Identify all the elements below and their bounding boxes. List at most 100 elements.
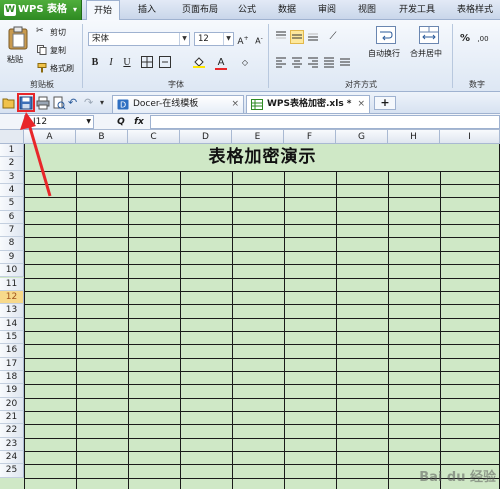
merge-center-label: 合并居中 (410, 49, 442, 58)
tab-view[interactable]: 视图 (352, 0, 382, 20)
comma-style-icon[interactable]: ,00 (476, 32, 490, 46)
open-folder-icon[interactable] (2, 96, 16, 110)
borders-icon[interactable] (140, 56, 154, 70)
worksheet-grid[interactable]: A B C D E F G H I 1 2 3 4 5 6 7 8 9 10 11 12 13 14 15 16 17 18 19 20… (0, 130, 500, 489)
wps-app-menu-button[interactable]: W WPS 表格 ▾ (0, 0, 82, 20)
copy-button[interactable]: 复制 (36, 44, 76, 56)
row-header-10[interactable]: 10 (0, 264, 24, 278)
print-icon[interactable] (36, 96, 50, 110)
column-header-h[interactable]: H (388, 130, 440, 144)
row-header-11[interactable]: 11 (0, 277, 24, 291)
tab-insert[interactable]: 插入 (130, 0, 164, 20)
row-header-17[interactable]: 17 (0, 357, 24, 371)
cell-border (24, 451, 500, 453)
align-right-icon[interactable] (306, 56, 320, 70)
font-name-select[interactable]: 宋体 ▼ (88, 32, 190, 46)
row-header-23[interactable]: 23 (0, 437, 24, 452)
grow-font-icon[interactable]: A+ (236, 32, 250, 47)
column-header-f[interactable]: F (284, 130, 336, 144)
align-top-icon[interactable] (274, 30, 288, 44)
row-header-22[interactable]: 22 (0, 424, 24, 438)
undo-icon[interactable]: ↶ (68, 96, 82, 110)
spreadsheet-file-icon (251, 99, 263, 110)
paste-button[interactable]: 粘贴 (4, 24, 32, 74)
font-color-icon[interactable]: A (214, 56, 228, 70)
row-header-25[interactable]: 25 (0, 464, 24, 478)
clear-format-icon[interactable]: ◇ (238, 56, 252, 70)
underline-button[interactable]: U (120, 56, 134, 70)
cell-border (24, 317, 500, 319)
tab-docer-templates[interactable]: D Docer-在线模板 × (112, 95, 244, 113)
merge-cells-icon[interactable] (158, 56, 172, 70)
column-header-i[interactable]: I (440, 130, 500, 144)
column-header-g[interactable]: G (336, 130, 388, 144)
insert-function-icon[interactable]: fx (132, 115, 146, 129)
tab-label: WPS表格加密.xls * (267, 99, 352, 109)
row-header-14[interactable]: 14 (0, 317, 24, 331)
tab-formulas[interactable]: 公式 (232, 0, 262, 20)
justify-icon[interactable] (322, 56, 336, 70)
column-header-c[interactable]: C (128, 130, 180, 144)
tab-developer[interactable]: 开发工具 (392, 0, 442, 20)
sheet-title-cell[interactable]: 表格加密演示 (25, 144, 500, 171)
cell-border (24, 437, 500, 439)
zoom-icon[interactable]: Q (114, 115, 128, 129)
align-middle-icon[interactable] (290, 30, 304, 44)
wrap-text-button[interactable]: 自动换行 (366, 24, 406, 64)
close-icon[interactable]: × (231, 96, 239, 113)
redo-icon[interactable]: ↷ (84, 96, 98, 110)
text-direction-icon[interactable]: ⟋ (326, 30, 340, 44)
fill-color-icon[interactable] (192, 56, 206, 70)
shrink-font-icon[interactable]: A- (252, 32, 266, 46)
align-center-icon[interactable] (290, 56, 304, 70)
cut-button[interactable]: ✂ 剪切 (36, 26, 76, 38)
cell-border (24, 250, 500, 252)
new-tab-button[interactable]: + (374, 96, 396, 110)
clipboard-group-label: 剪贴板 (30, 80, 54, 89)
row-header-21[interactable]: 21 (0, 411, 24, 425)
tab-home[interactable]: 开始 (86, 0, 120, 21)
close-icon[interactable]: × (357, 96, 365, 113)
format-painter-button[interactable]: 格式刷 (36, 62, 80, 74)
scissors-icon: ✂ (36, 26, 44, 36)
cell-border (76, 170, 77, 489)
row-header-8[interactable]: 8 (0, 237, 24, 251)
merge-center-button[interactable]: 合并居中 (408, 24, 450, 64)
tab-page-layout[interactable]: 页面布局 (174, 0, 226, 20)
percent-button[interactable]: % (458, 32, 472, 46)
row-header-9[interactable]: 9 (0, 250, 24, 265)
row-header-20[interactable]: 20 (0, 397, 24, 411)
row-header-7[interactable]: 7 (0, 224, 24, 238)
cell-border (24, 411, 500, 412)
row-header-19[interactable]: 19 (0, 384, 24, 398)
row-header-13[interactable]: 13 (0, 304, 24, 318)
bold-button[interactable]: B (88, 56, 102, 70)
column-header-b[interactable]: B (76, 130, 128, 144)
row-header-12[interactable]: 12 (0, 290, 24, 305)
column-header-d[interactable]: D (180, 130, 232, 144)
quick-access-toolbar: ↶ ↷ ▾ D Docer-在线模板 × WPS表格加密.xls * × + (0, 92, 500, 114)
row-header-24[interactable]: 24 (0, 451, 24, 465)
formula-input[interactable] (150, 115, 500, 129)
row-header-18[interactable]: 18 (0, 370, 24, 385)
tab-data[interactable]: 数据 (272, 0, 302, 20)
row-header-16[interactable]: 16 (0, 344, 24, 358)
align-bottom-icon[interactable] (306, 30, 320, 44)
column-header-e[interactable]: E (232, 130, 284, 144)
distribute-icon[interactable] (338, 56, 352, 70)
font-name-value: 宋体 (92, 34, 110, 44)
tab-review[interactable]: 审阅 (312, 0, 342, 20)
font-size-select[interactable]: 12 ▼ (194, 32, 234, 46)
cell-border (128, 170, 129, 489)
tab-current-workbook[interactable]: WPS表格加密.xls * × (246, 95, 370, 113)
wps-logo-icon: W (4, 4, 16, 16)
cell-border (24, 224, 500, 226)
cell-border (24, 357, 500, 359)
print-preview-icon[interactable] (52, 96, 66, 110)
tab-table-style[interactable]: 表格样式 (450, 0, 500, 20)
align-left-icon[interactable] (274, 56, 288, 70)
italic-button[interactable]: I (104, 56, 118, 70)
row-header-15[interactable]: 15 (0, 330, 24, 345)
row-header-6[interactable]: 6 (0, 210, 24, 225)
cell-border (24, 170, 500, 172)
